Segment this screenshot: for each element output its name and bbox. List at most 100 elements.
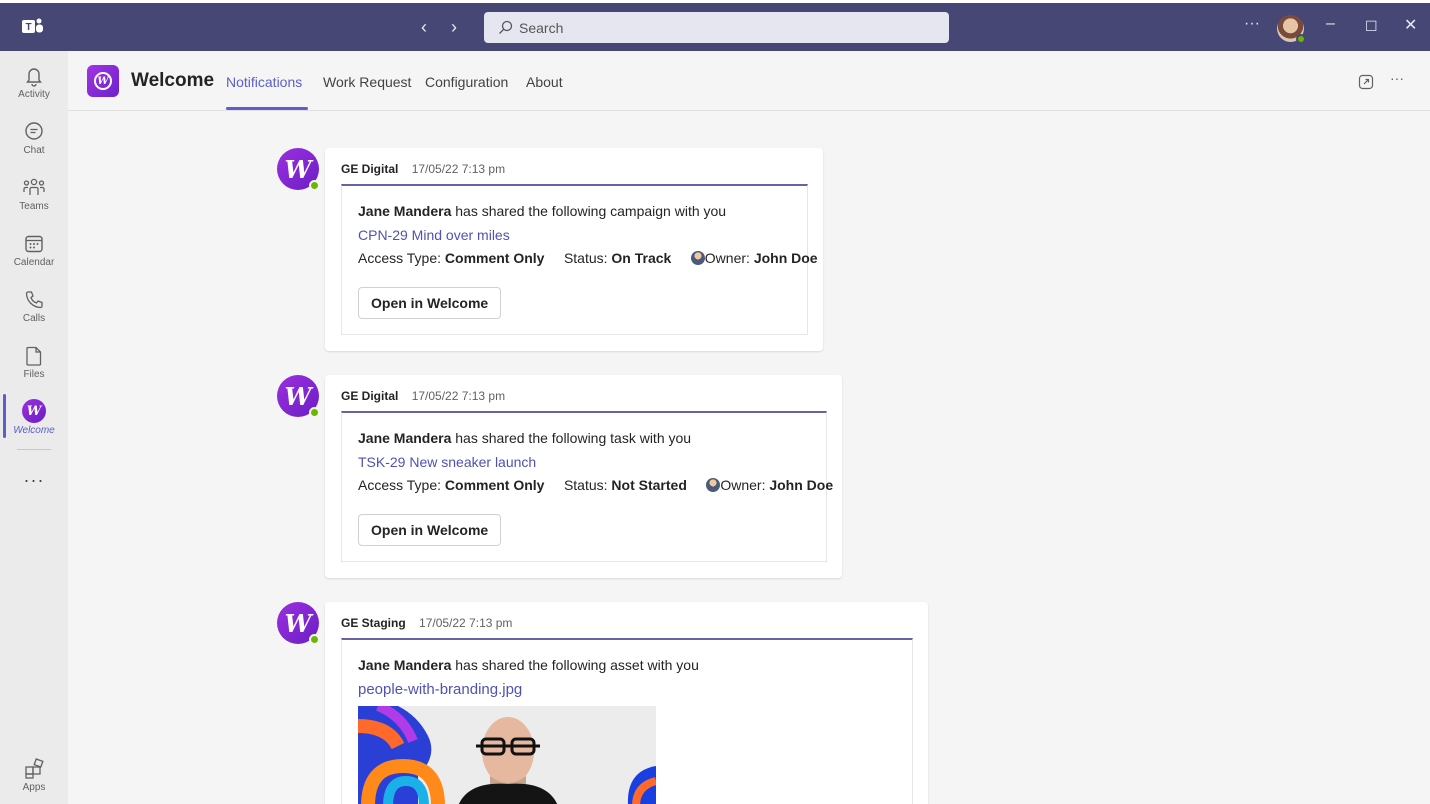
asset-preview-image[interactable] <box>358 706 656 804</box>
tab-configuration[interactable]: Configuration <box>425 74 508 90</box>
title-bar: T ‹ › Search ··· – ☐ ✕ <box>0 0 1430 51</box>
chat-icon <box>25 122 43 140</box>
notification-message: GE Staging 17/05/22 7:13 pm Jane Mandera… <box>325 602 928 804</box>
summary-text: has shared the following campaign with y… <box>455 203 727 219</box>
card-summary: Jane Mandera has shared the following ca… <box>358 203 726 219</box>
teams-logo-icon: T <box>22 18 43 33</box>
actor-name: Jane Mandera <box>358 203 452 219</box>
close-button[interactable]: ✕ <box>1404 15 1417 35</box>
rail-item-chat[interactable]: Chat <box>0 121 68 173</box>
notification-message: GE Digital 17/05/22 7:13 pm Jane Mandera… <box>325 375 842 578</box>
app-header: W Welcome Notifications Work Request Con… <box>68 51 1430 111</box>
rail-item-files[interactable]: Files <box>0 345 68 397</box>
rail-label: Files <box>23 369 45 380</box>
message-header: GE Digital 17/05/22 7:13 pm <box>341 162 505 176</box>
popout-icon[interactable] <box>1358 74 1374 90</box>
message-header: GE Digital 17/05/22 7:13 pm <box>341 389 505 403</box>
open-in-welcome-button[interactable]: Open in Welcome <box>358 514 502 546</box>
owner-value: John Doe <box>769 477 834 493</box>
message-time: 17/05/22 7:13 pm <box>411 162 506 176</box>
status-value: On Track <box>611 250 672 266</box>
presence-available-icon <box>309 407 320 418</box>
rail-item-activity[interactable]: Activity <box>0 65 68 117</box>
bot-avatar: W <box>277 602 320 645</box>
tab-about[interactable]: About <box>526 74 563 90</box>
rail-label: Welcome <box>13 425 55 436</box>
file-icon <box>26 346 42 366</box>
presence-available-icon <box>1296 34 1306 44</box>
teams-icon <box>23 178 45 195</box>
rail-item-calendar[interactable]: Calendar <box>0 233 68 285</box>
owner-value: John Doe <box>753 250 818 266</box>
search-input[interactable]: Search <box>484 12 949 43</box>
app-title: Welcome <box>131 70 215 91</box>
search-icon <box>499 20 513 34</box>
tab-notifications[interactable]: Notifications <box>226 74 302 90</box>
owner-avatar <box>690 251 705 265</box>
actor-name: Jane Mandera <box>358 430 452 446</box>
app-rail: Activity Chat Teams Calendar Calls Files… <box>0 51 68 804</box>
bot-avatar: W <box>277 148 320 191</box>
message-time: 17/05/22 7:13 pm <box>411 389 506 403</box>
access-value: Comment Only <box>444 477 545 493</box>
phone-icon <box>25 291 43 309</box>
message-header: GE Staging 17/05/22 7:13 pm <box>341 616 512 630</box>
status-value: Not Started <box>611 477 687 493</box>
open-in-welcome-button[interactable]: Open in Welcome <box>358 287 502 319</box>
access-label: Access Type: <box>358 250 442 266</box>
rail-item-apps[interactable]: Apps <box>0 758 68 804</box>
access-label: Access Type: <box>358 477 442 493</box>
status-label: Status: <box>563 250 608 266</box>
maximize-button[interactable]: ☐ <box>1365 18 1378 35</box>
more-options-icon[interactable]: ··· <box>1244 15 1260 33</box>
rail-label: Chat <box>23 145 45 156</box>
rail-item-welcome[interactable]: W Welcome <box>0 399 68 451</box>
welcome-app-logo-icon: W <box>87 65 119 97</box>
active-tab-indicator <box>226 107 308 110</box>
asset-image-graphic <box>358 706 656 804</box>
owner-label: Owner: <box>720 477 766 493</box>
actor-name: Jane Mandera <box>358 657 452 673</box>
asset-link[interactable]: people-with-branding.jpg <box>358 681 522 698</box>
notification-message: GE Digital 17/05/22 7:13 pm Jane Mandera… <box>325 148 823 351</box>
forward-arrow-icon[interactable]: › <box>451 17 457 37</box>
rail-item-calls[interactable]: Calls <box>0 289 68 341</box>
access-value: Comment Only <box>444 250 545 266</box>
presence-available-icon <box>309 634 320 645</box>
rail-label: Activity <box>18 89 50 100</box>
owner-label: Owner: <box>704 250 750 266</box>
search-placeholder: Search <box>519 19 564 36</box>
summary-text: has shared the following task with you <box>455 430 692 446</box>
card-meta: Access Type: Comment Only Status: Not St… <box>358 477 833 493</box>
rail-divider <box>17 449 51 450</box>
header-more-icon[interactable]: ··· <box>1390 70 1404 86</box>
svg-text:T: T <box>25 22 31 33</box>
back-arrow-icon[interactable]: ‹ <box>421 17 427 37</box>
user-avatar[interactable] <box>1277 15 1306 44</box>
apps-icon <box>25 758 44 779</box>
presence-available-icon <box>309 180 320 191</box>
rail-label: Calls <box>22 313 46 324</box>
rail-item-teams[interactable]: Teams <box>0 177 68 229</box>
calendar-icon <box>25 235 43 253</box>
rail-label: Teams <box>19 201 49 212</box>
adaptive-card: Jane Mandera has shared the following ca… <box>341 184 818 335</box>
card-summary: Jane Mandera has shared the following as… <box>358 657 699 673</box>
bell-icon <box>26 68 42 87</box>
owner-avatar <box>706 478 721 492</box>
rail-label: Apps <box>22 782 46 793</box>
adaptive-card: Jane Mandera has shared the following ta… <box>341 411 833 562</box>
status-label: Status: <box>563 477 608 493</box>
adaptive-card: Jane Mandera has shared the following as… <box>341 638 913 804</box>
minimize-button[interactable]: – <box>1326 15 1335 33</box>
item-link[interactable]: TSK-29 New sneaker launch <box>358 454 536 470</box>
more-apps-icon[interactable]: ··· <box>0 470 68 491</box>
bot-avatar: W <box>277 375 320 418</box>
message-sender: GE Digital <box>341 162 399 176</box>
item-link[interactable]: CPN-29 Mind over miles <box>358 227 510 243</box>
message-sender: GE Staging <box>341 616 406 630</box>
card-summary: Jane Mandera has shared the following ta… <box>358 430 691 446</box>
tab-work-request[interactable]: Work Request <box>323 74 411 90</box>
message-sender: GE Digital <box>341 389 399 403</box>
card-meta: Access Type: Comment Only Status: On Tra… <box>358 250 818 266</box>
